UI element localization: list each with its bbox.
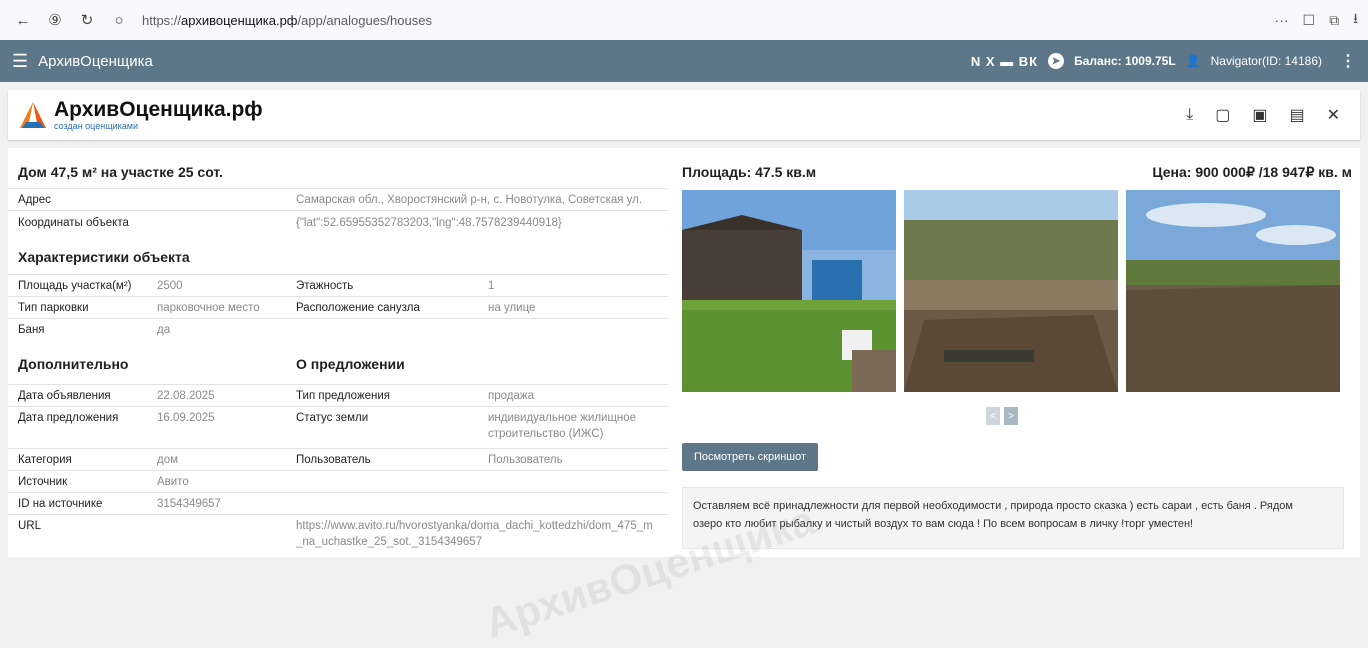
book-icon[interactable]: ▤ [1289,105,1304,125]
listing-photo[interactable] [682,190,896,392]
listing-card: Дом 47,5 м² на участке 25 сот. Адрес Сам… [8,148,1360,647]
address-bar[interactable]: https://архивоценщика.рф/app/analogues/h… [142,13,432,28]
bookmark-icon[interactable]: ☐ [1303,12,1316,29]
more-icon[interactable]: ··· [1275,12,1289,28]
extra-row: ID на источнике 3154349657 [8,492,668,514]
app-header: ☰ АрхивОценщика N X ▬ ВК ➤ Баланс: 1009.… [0,40,1368,82]
char-row: Баня да [8,318,668,342]
reload-icon[interactable]: ↻ [74,7,100,33]
source-link-cont[interactable]: _na_uchastke_25_sot._3154349657 [296,536,482,548]
details-panel: Дом 47,5 м² на участке 25 сот. Адрес Сам… [8,148,668,557]
user-name[interactable]: Navigator(ID: 14186) [1211,54,1322,68]
char-row: Тип парковки парковочное место Расположе… [8,296,668,318]
extra-row: Дата предложения 16.09.2025 Статус земли… [8,406,668,448]
source-link[interactable]: https://www.avito.ru/hvorostyanka/doma_d… [296,520,653,532]
kebab-menu-icon[interactable]: ⋮ [1340,51,1356,71]
download-icon[interactable]: ⤓ [1186,106,1193,124]
telegram-icon[interactable]: ➤ [1048,53,1065,69]
area-label: Площадь: 47.5 кв.м [682,164,817,180]
comment-icon[interactable]: ▢ [1215,105,1230,125]
gallery-pager: < > [986,407,1018,425]
listing-photo[interactable] [1126,190,1340,392]
logo-tagline: создан оценщиками [54,121,138,131]
balance-label: Баланс: 1009.75L [1074,54,1176,68]
additional-heading: Дополнительно [18,356,129,372]
characteristics-heading: Характеристики объекта [18,249,190,265]
extra-row: Категория дом Пользователь Пользователь [8,448,668,470]
view-screenshot-button[interactable]: Посмотреть скриншот [682,443,818,471]
browser-toolbar: ← ⑨ ↻ ○ https://архивоценщика.рф/app/ana… [0,0,1368,40]
shield-icon[interactable]: ○ [106,7,132,33]
offer-heading: О предложении [296,356,405,372]
media-panel: Площадь: 47.5 кв.м Цена: 900 000₽ /18 94… [676,148,1360,557]
url-row: URL https://www.avito.ru/hvorostyanka/do… [8,514,668,557]
char-row: Площадь участка(м²) 2500 Этажность 1 [8,274,668,296]
image-icon[interactable]: ▣ [1252,105,1267,125]
back-icon[interactable]: ← [10,7,36,33]
description-box: Оставляем всё принадлежности для первой … [682,487,1344,549]
address-row: Адрес Самарская обл., Хворостянский р-н,… [8,188,668,210]
listing-photo[interactable] [904,190,1118,392]
logo-icon [20,102,46,128]
hamburger-menu-icon[interactable]: ☰ [12,51,28,72]
prev-button[interactable]: < [986,407,1000,425]
app-title: АрхивОценщика [38,52,153,70]
next-button[interactable]: > [1004,407,1018,425]
social-icons[interactable]: N X ▬ ВК [971,54,1038,69]
extra-row: Источник Авито [8,470,668,492]
download-icon[interactable]: ⭳ [1353,8,1358,32]
description-line: Оставляем всё принадлежности для первой … [693,500,1293,512]
photo-gallery [682,190,1340,392]
extensions-icon[interactable]: ⧉ [1329,12,1339,29]
yandex-icon[interactable]: ⑨ [42,7,68,33]
price-label: Цена: 900 000₽ /18 947₽ кв. м [1152,164,1352,180]
logo-name: АрхивОценщика.рф [54,98,263,121]
extra-row: Дата объявления 22.08.2025 Тип предложен… [8,384,668,406]
logo-header: АрхивОценщика.рф создан оценщиками ⤓ ▢ ▣… [8,90,1360,140]
listing-title: Дом 47,5 м² на участке 25 сот. [18,164,223,180]
user-icon[interactable]: 👤 [1186,54,1201,68]
close-icon[interactable]: ✕ [1327,105,1340,125]
description-line: озеро кто любит рыбалку и чистый воздух … [693,517,1194,530]
coords-row: Координаты объекта {"lat":52.65955352783… [8,210,668,234]
